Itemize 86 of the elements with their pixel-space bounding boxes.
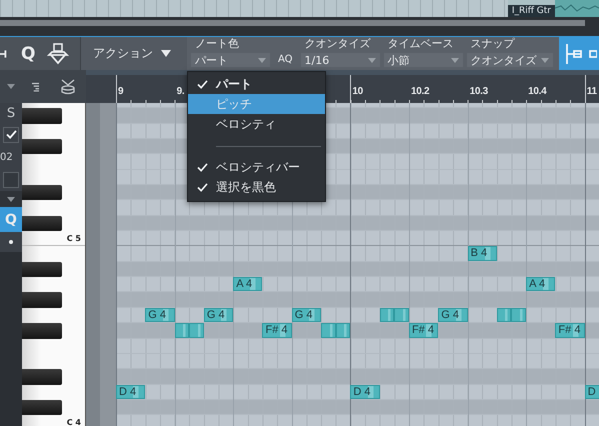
drum-icon[interactable] xyxy=(60,78,76,94)
dropdown-arrow-icon xyxy=(368,58,376,62)
midi-note[interactable]: B 4 xyxy=(468,246,497,261)
ruler-label: 9. xyxy=(176,86,184,97)
check-icon xyxy=(196,80,208,88)
checkbox[interactable] xyxy=(3,126,19,142)
field-label: ノート色 xyxy=(195,36,240,51)
midi-note[interactable] xyxy=(496,308,512,322)
key-label: C 5 xyxy=(66,234,82,243)
dot-icon[interactable] xyxy=(9,240,13,244)
midi-note[interactable]: A 4 xyxy=(526,277,556,292)
midi-note[interactable] xyxy=(394,308,409,322)
piano-key[interactable] xyxy=(22,108,85,124)
scrollbar[interactable] xyxy=(0,20,585,26)
dropdown-arrow-icon xyxy=(540,58,549,62)
ruler-label: 9 xyxy=(118,86,124,97)
piano-key[interactable] xyxy=(22,308,85,324)
ruler-label: 10 xyxy=(352,86,363,97)
midi-note[interactable]: F# 4 xyxy=(555,323,585,338)
auto-quantize-button[interactable]: AQ xyxy=(274,54,297,65)
midi-note[interactable]: F# 4 xyxy=(262,323,292,338)
midi-note[interactable]: F# 4 xyxy=(408,323,438,338)
piano-key[interactable] xyxy=(22,124,85,140)
midi-note[interactable]: A 4 xyxy=(233,277,262,292)
midi-note[interactable]: G 4 xyxy=(204,308,234,322)
dropdown-field[interactable]: パート xyxy=(191,53,270,67)
key-label: C 4 xyxy=(66,418,82,426)
dropdown-arrow-icon xyxy=(161,50,171,57)
collapse-arrow-icon[interactable] xyxy=(7,84,15,89)
piano-key[interactable] xyxy=(22,400,85,416)
bracket-icon[interactable] xyxy=(589,48,597,60)
midi-note[interactable] xyxy=(321,323,336,338)
midi-note[interactable] xyxy=(511,308,526,322)
midi-note[interactable]: D 4 xyxy=(350,384,380,399)
sharp-key[interactable] xyxy=(22,185,62,200)
tool-icon[interactable] xyxy=(47,42,70,64)
piano-key[interactable] xyxy=(22,323,85,338)
midi-note[interactable]: G 4 xyxy=(145,308,175,322)
check-icon xyxy=(196,162,208,172)
menu-item[interactable]: ベロシティ xyxy=(188,114,325,134)
midi-note[interactable] xyxy=(174,323,190,338)
piano-key[interactable] xyxy=(22,216,85,232)
piano-key[interactable] xyxy=(22,292,85,308)
ruler-label: 10.2 xyxy=(410,86,430,97)
ruler-label: 10.3 xyxy=(470,86,488,97)
piano-key[interactable] xyxy=(22,185,85,200)
dropdown-field[interactable]: 1/16 xyxy=(300,53,380,67)
collapse-arrow-icon[interactable] xyxy=(7,196,15,202)
piano-key[interactable]: C 4 xyxy=(22,415,85,426)
field-label: クオンタイズ xyxy=(304,36,372,51)
midi-note[interactable]: G 4 xyxy=(438,308,468,322)
sharp-key[interactable] xyxy=(22,400,62,416)
solo-button[interactable]: S xyxy=(0,103,22,123)
field-label: タイムベース xyxy=(388,36,455,51)
list-icon[interactable] xyxy=(32,82,40,92)
check-icon xyxy=(196,182,208,192)
sharp-key[interactable] xyxy=(22,216,62,232)
menu-item[interactable]: 選択を黒色 xyxy=(188,177,325,197)
piano-key[interactable] xyxy=(22,139,85,154)
checkbox[interactable] xyxy=(3,172,19,188)
ruler-label: 10.4 xyxy=(528,86,546,97)
dropdown-field[interactable]: 小節 xyxy=(384,53,463,67)
sharp-key[interactable] xyxy=(22,262,62,278)
clip-label: I_Riff Gtr xyxy=(508,4,555,16)
piano-key[interactable]: C 5 xyxy=(22,231,85,246)
dropdown-arrow-icon xyxy=(258,58,266,62)
sharp-key[interactable] xyxy=(22,139,62,154)
channel-readout: 02 xyxy=(0,146,22,168)
midi-note[interactable]: G 4 xyxy=(292,308,322,322)
midi-note[interactable] xyxy=(189,323,204,338)
audio-clip[interactable]: I_Riff Gtr xyxy=(508,0,599,17)
menu-item[interactable]: ベロシティバー xyxy=(188,157,325,177)
midi-note[interactable]: D 4 xyxy=(116,384,146,399)
midi-note[interactable]: D xyxy=(584,384,599,399)
midi-note[interactable] xyxy=(380,308,394,322)
dropdown-arrow-icon xyxy=(450,58,459,62)
field-label: スナップ xyxy=(470,36,516,51)
dropdown-field[interactable]: クオンタイズ xyxy=(466,53,553,67)
waveform-drawing xyxy=(555,0,599,17)
menu-item[interactable]: パート xyxy=(188,74,325,94)
piano-key[interactable] xyxy=(22,369,85,385)
piano-key[interactable] xyxy=(22,262,85,278)
ruler-label: 11 xyxy=(586,86,597,97)
midi-note[interactable] xyxy=(336,323,350,338)
bracket-icon[interactable] xyxy=(565,42,583,64)
quantize-tool[interactable]: Q xyxy=(21,44,36,64)
